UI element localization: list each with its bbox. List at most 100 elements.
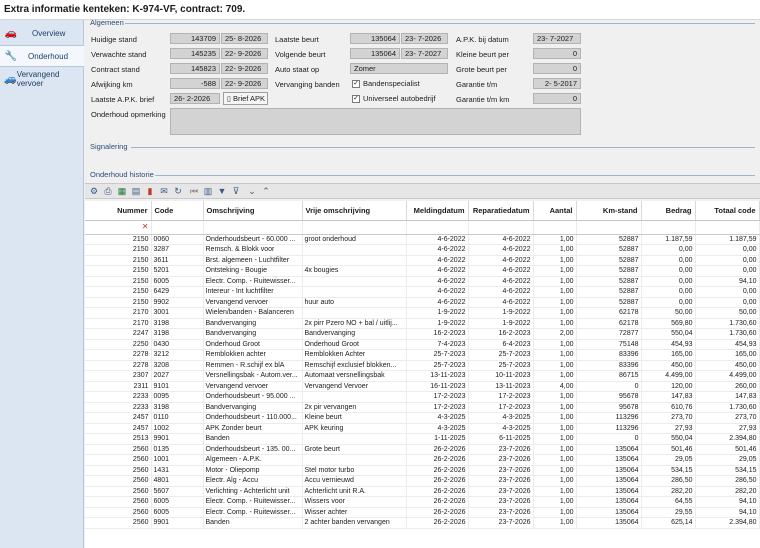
clear-filter-icon[interactable]: ✕ [142,222,149,232]
refresh-icon[interactable]: ↻ [172,185,184,197]
filter-cell[interactable] [695,220,760,235]
filter-cell[interactable] [468,220,534,235]
table-row[interactable]: 2457 1002 APK Zonder beurt APK keuring 4-3-2… [85,423,760,434]
filter-cell[interactable] [641,220,696,235]
column-header-code[interactable]: Code [151,201,204,221]
filter-cell[interactable] [576,220,642,235]
cell-nummer: 2278 [85,360,152,371]
table-row[interactable]: 2150 0060 Onderhoudsbeurt - 60.000 ... groo… [85,234,760,245]
settings-icon[interactable]: ⚙ [88,185,100,197]
verwachte-stand-label: Verwachte stand [91,50,147,59]
cell-totaal-code: 260,00 [695,381,760,392]
cell-reparatiedatum: 6-4-2023 [468,339,534,350]
first-icon[interactable]: ⏮ [188,185,200,197]
apk-bij-datum-field[interactable]: 23- 7-2027 [533,33,581,44]
cell-omschrijving: Brst. algemeen - Luchtfilter [203,255,303,266]
column-header-vrije-omschrijving[interactable]: Vrije omschrijving [302,201,407,221]
cell-aantal: 1,00 [533,402,577,413]
print-icon[interactable]: ⎙ [102,185,114,197]
table-row[interactable]: 2311 9101 Vervangend vervoer Vervangend Ver… [85,381,760,392]
table-row[interactable]: 2150 6005 Electr. Comp. - Ruitewisser... 4-… [85,276,760,287]
mail-icon[interactable]: ✉ [158,185,170,197]
table-row[interactable]: 2560 5607 Verlichting - Achterlicht unit Ac… [85,486,760,497]
column-header-km-stand[interactable]: Km-stand [576,201,642,221]
afwijking-km-field[interactable]: -588 [170,78,220,89]
table-row[interactable]: 2560 0135 Onderhoudsbeurt - 135. 00... Grot… [85,444,760,455]
contract-stand-field[interactable]: 145823 [170,63,220,74]
table-row[interactable]: 2307 2027 Versnellingsbak - Autom.ver... Au… [85,370,760,382]
table-row[interactable]: 2247 3198 Bandvervanging Bandvervanging 16-2… [85,328,760,340]
clear-filter-icon[interactable]: ⊽ [230,185,242,197]
table-row[interactable]: 2560 1431 Motor - Oliepomp Stel motor turbo… [85,465,760,476]
auto-staat-op-field[interactable]: Zomer [350,63,448,74]
column-header-aantal[interactable]: Aantal [533,201,577,221]
brief-apk-button[interactable]: ▯ Brief APK [223,92,268,105]
filter-cell[interactable] [533,220,577,235]
table-row[interactable]: 2150 9902 Vervangend vervoer huur auto 4-6-2… [85,297,760,308]
cell-omschrijving: Remsch. & Blokk voor [203,244,303,256]
column-header-nummer[interactable]: Nummer [85,201,152,221]
column-header-meldingdatum[interactable]: Meldingdatum [406,201,469,221]
cell-bedrag: 550,04 [641,433,696,445]
afwijking-km-date[interactable]: 22- 9-2026 [221,78,268,89]
laatste-beurt-date[interactable]: 23- 7-2026 [401,33,448,44]
export-icon[interactable]: ▤ [130,185,142,197]
grote-beurt-per-field[interactable]: 0 [533,63,581,74]
laatste-beurt-field[interactable]: 135064 [350,33,400,44]
table-row[interactable]: 2560 6005 Electr. Comp. - Ruitewisser... Wi… [85,507,760,518]
garantie-tm-km-field[interactable]: 0 [533,93,581,104]
expand-icon[interactable]: ⌃ [260,185,272,197]
column-header-reparatiedatum[interactable]: Reparatiedatum [468,201,534,221]
table-row[interactable]: 2560 1001 Algemeen - A.P.K. 26-2-2026 23-7-2… [85,454,760,466]
table-row[interactable]: 2170 3001 Wielen/banden - Balanceren 1-9-20… [85,307,760,319]
table-row[interactable]: 2513 9901 Banden 1-11-2025 6-11-2025 1,00 0 550… [85,433,760,445]
sidebar-item-overview[interactable]: 🚗 Overview [0,22,84,44]
filter-icon[interactable]: ▼ [216,185,228,197]
laatste-apk-brief-date[interactable]: 26- 2-2026 [170,93,220,104]
filter-cell[interactable] [302,220,407,235]
huidige-stand-field[interactable]: 143709 [170,33,220,44]
table-row[interactable]: 2233 3198 Bandvervanging 2x pir vervangen 17… [85,402,760,413]
volgende-beurt-field[interactable]: 135064 [350,48,400,59]
filter-cell[interactable] [151,220,204,235]
table-row[interactable]: 2150 3611 Brst. algemeen - Luchtfilter 4-6-… [85,255,760,266]
cell-meldingdatum: 1-9-2022 [406,307,469,319]
table-row[interactable]: 2150 6429 Intereur - Int luchtfilter 4-6-20… [85,286,760,298]
column-header-omschrijving[interactable]: Omschrijving [203,201,303,221]
table-row[interactable]: 2560 4801 Electr. Alg - Accu Accu vernieuwd… [85,475,760,487]
filter-cell[interactable]: ✕ [85,220,152,235]
column-header-bedrag[interactable]: Bedrag [641,201,696,221]
table-row[interactable]: 2560 6005 Electr. Comp. - Ruitewisser... Wi… [85,496,760,508]
table-row[interactable]: 2150 3287 Remsch. & Blokk voor 4-6-2022 4-6-… [85,244,760,256]
excel-icon[interactable]: ▦ [116,185,128,197]
table-row[interactable]: 2278 3208 Remmen - R.schijf ex blA Remschij… [85,360,760,371]
contract-stand-date[interactable]: 22- 9-2026 [221,63,268,74]
sidebar-item-onderhoud[interactable]: 🔧 Onderhoud [0,45,84,67]
column-header-totaal-code[interactable]: Totaal code [695,201,760,221]
verwachte-stand-field[interactable]: 145235 [170,48,220,59]
cell-nummer: 2150 [85,255,152,266]
pdf-icon[interactable]: ▮ [144,185,156,197]
volgende-beurt-date[interactable]: 23- 7-2027 [401,48,448,59]
cell-km-stand: 52887 [576,255,642,266]
cell-vrije-omschrijving [302,454,407,466]
columns-icon[interactable]: ▥ [202,185,214,197]
universeel-autobedrijf-checkbox[interactable]: ✓ Universeel autobedrijf [352,94,436,104]
table-row[interactable]: 2278 3212 Remblokken achter Remblokken Acht… [85,349,760,361]
verwachte-stand-date[interactable]: 22- 9-2026 [221,48,268,59]
table-row[interactable]: 2150 5201 Ontsteking - Bougie 4x bougies 4-6… [85,265,760,277]
garantie-tm-field[interactable]: 2- 5-2017 [533,78,581,89]
huidige-stand-date[interactable]: 25- 8-2026 [221,33,268,44]
table-row[interactable]: 2560 9901 Banden 2 achter banden vervangen 2… [85,517,760,529]
table-row[interactable]: 2170 3198 Bandvervanging 2x pirr Pzero NO +… [85,318,760,329]
kleine-beurt-per-field[interactable]: 0 [533,48,581,59]
filter-cell[interactable] [406,220,469,235]
onderhoud-opmerking-field[interactable] [170,108,581,135]
table-row[interactable]: 2250 0430 Onderhoud Groot Onderhoud Groot 7-… [85,339,760,350]
table-row[interactable]: 2233 0095 Onderhoudsbeurt - 95.000 ... 17-2… [85,391,760,403]
bandenspecialist-checkbox[interactable]: ✓ Bandenspecialist [352,79,420,89]
filter-cell[interactable] [203,220,303,235]
collapse-icon[interactable]: ⌄ [246,185,258,197]
table-row[interactable]: 2457 0110 Onderhoudsbeurt - 110.000... Klei… [85,412,760,424]
sidebar-item-vervangend-vervoer[interactable]: 🚙 Vervangend vervoer [0,68,84,90]
